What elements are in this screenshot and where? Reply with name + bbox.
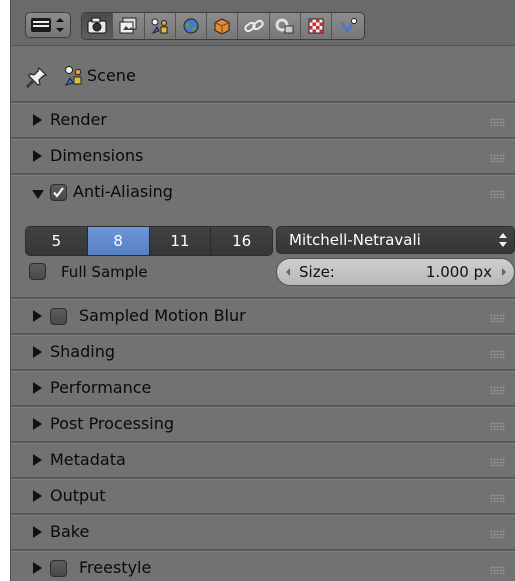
expand-arrow-icon	[33, 150, 42, 162]
panel-dimensions[interactable]: Dimensions	[11, 140, 515, 175]
aa-samples-selector: 5 8 11 16	[25, 226, 273, 256]
render-layers-icon	[119, 17, 137, 34]
modifiers-icon	[275, 18, 294, 34]
anti-aliasing-checkbox[interactable]	[50, 184, 67, 201]
drag-grip-icon[interactable]	[490, 530, 506, 538]
breadcrumb-scene-label: Scene	[87, 66, 136, 85]
editor-type-icon	[31, 18, 64, 32]
decrement-arrow-icon[interactable]	[285, 267, 291, 277]
collapse-arrow-icon	[32, 190, 44, 199]
expand-arrow-icon	[33, 454, 42, 466]
tab-texture[interactable]	[301, 13, 333, 39]
full-sample-label: Full Sample	[61, 263, 148, 281]
drag-grip-icon[interactable]	[490, 190, 506, 198]
up-down-arrows-icon	[499, 233, 507, 247]
filter-type-dropdown[interactable]: Mitchell-Netravali	[276, 226, 515, 254]
expand-arrow-icon	[33, 490, 42, 502]
properties-header	[11, 0, 515, 46]
panel-title: Dimensions	[50, 146, 144, 165]
panel-post-processing[interactable]: Post Processing	[11, 408, 515, 443]
panel-title: Output	[50, 486, 106, 505]
aa-samples-5[interactable]: 5	[26, 227, 88, 255]
increment-arrow-icon[interactable]	[501, 267, 507, 277]
tab-constraints[interactable]	[238, 13, 270, 39]
panel-title: Freestyle	[79, 558, 152, 577]
drag-grip-icon[interactable]	[490, 154, 506, 162]
aa-samples-11[interactable]: 11	[149, 227, 212, 255]
drag-grip-icon[interactable]	[490, 494, 506, 502]
filter-type-value: Mitchell-Netravali	[289, 231, 421, 249]
particles-icon	[340, 18, 358, 34]
expand-arrow-icon	[33, 562, 42, 574]
panel-title: Bake	[50, 522, 90, 541]
expand-arrow-icon	[33, 310, 42, 322]
world-icon	[183, 18, 199, 34]
drag-grip-icon[interactable]	[490, 118, 506, 126]
drag-grip-icon[interactable]	[490, 314, 506, 322]
drag-grip-icon[interactable]	[490, 458, 506, 466]
tab-particles[interactable]	[332, 13, 363, 39]
expand-arrow-icon	[33, 114, 42, 126]
object-icon	[214, 18, 230, 35]
size-label: Size:	[299, 263, 335, 281]
checkmark-icon	[53, 187, 64, 198]
panel-title: Post Processing	[50, 414, 174, 433]
breadcrumb: Scene	[11, 56, 515, 100]
motion-blur-checkbox[interactable]	[50, 308, 67, 325]
freestyle-checkbox[interactable]	[50, 560, 67, 577]
properties-editor: Scene Render Dimensions Anti-Aliasing 5 …	[10, 0, 515, 581]
scene-icon	[64, 66, 82, 86]
panel-title: Sampled Motion Blur	[79, 306, 246, 325]
filter-size-field[interactable]: Size: 1.000 px	[276, 258, 515, 286]
editor-type-selector[interactable]	[25, 12, 71, 38]
panel-title: Metadata	[50, 450, 126, 469]
panel-performance[interactable]: Performance	[11, 372, 515, 407]
tab-object[interactable]	[207, 13, 239, 39]
tab-scene[interactable]	[145, 13, 176, 39]
drag-grip-icon[interactable]	[490, 422, 506, 430]
panel-sampled-motion-blur[interactable]: Sampled Motion Blur	[11, 300, 515, 335]
tab-modifiers[interactable]	[270, 13, 302, 39]
panel-title: Shading	[50, 342, 115, 361]
render-camera-icon	[87, 17, 107, 34]
drag-grip-icon[interactable]	[490, 386, 506, 394]
constraints-icon	[243, 19, 264, 33]
panel-title: Anti-Aliasing	[73, 182, 173, 201]
panel-metadata[interactable]: Metadata	[11, 444, 515, 479]
context-tabs	[81, 12, 365, 40]
tab-render[interactable]	[82, 13, 114, 39]
expand-arrow-icon	[33, 382, 42, 394]
expand-arrow-icon	[33, 346, 42, 358]
texture-icon	[308, 18, 324, 34]
panel-title: Performance	[50, 378, 152, 397]
pin-icon[interactable]	[25, 65, 49, 89]
panel-render[interactable]: Render	[11, 104, 515, 139]
drag-grip-icon[interactable]	[490, 350, 506, 358]
expand-arrow-icon	[33, 418, 42, 430]
drag-grip-icon[interactable]	[490, 566, 506, 574]
panel-anti-aliasing[interactable]: Anti-Aliasing	[11, 176, 515, 211]
panel-freestyle[interactable]: Freestyle	[11, 552, 515, 581]
aa-samples-8[interactable]: 8	[87, 227, 150, 255]
panel-title: Render	[50, 110, 107, 129]
panel-bake[interactable]: Bake	[11, 516, 515, 551]
size-value: 1.000 px	[425, 263, 492, 281]
panel-output[interactable]: Output	[11, 480, 515, 515]
tab-world[interactable]	[176, 13, 208, 39]
full-sample-checkbox[interactable]	[29, 263, 46, 280]
panel-shading[interactable]: Shading	[11, 336, 515, 371]
aa-samples-16[interactable]: 16	[211, 227, 272, 255]
scene-icon	[151, 18, 168, 34]
expand-arrow-icon	[33, 526, 42, 538]
tab-render-layers[interactable]	[113, 13, 145, 39]
